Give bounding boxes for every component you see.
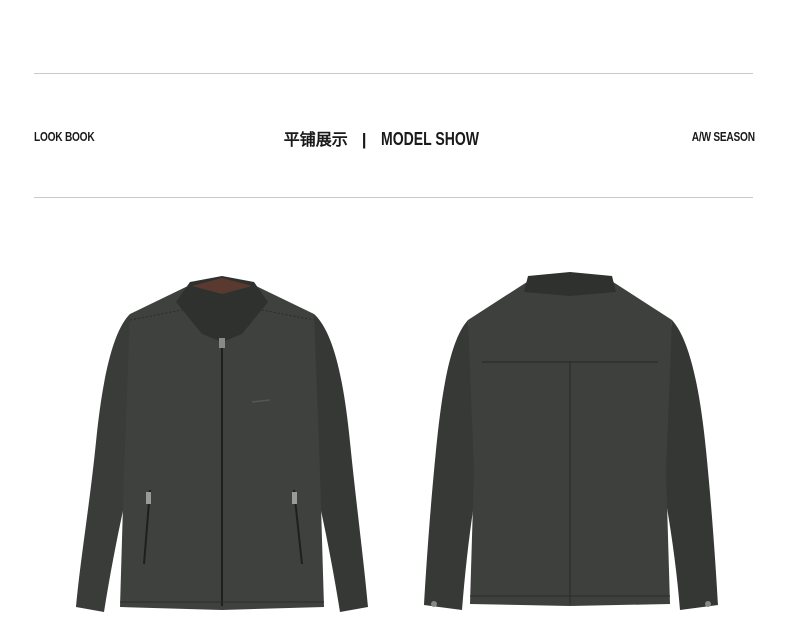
- season-label: A/W SEASON: [691, 129, 755, 144]
- section-title: 平铺展示 | MODEL SHOW: [0, 126, 790, 150]
- bottom-divider: [34, 197, 753, 198]
- jacket-front-image: [76, 276, 368, 612]
- top-divider: [34, 73, 753, 74]
- title-english: MODEL SHOW: [380, 129, 479, 149]
- jacket-back-image: [424, 272, 718, 610]
- back-collar: [524, 272, 616, 296]
- title-chinese: 平铺展示: [283, 130, 348, 149]
- title-separator: |: [361, 130, 367, 149]
